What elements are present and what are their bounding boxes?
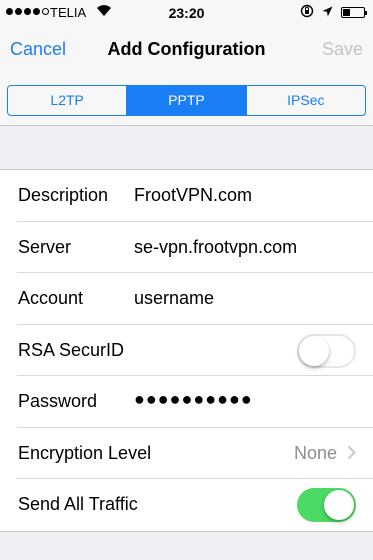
segment-ipsec[interactable]: IPSec — [245, 86, 365, 115]
description-field[interactable]: FrootVPN.com — [134, 185, 252, 206]
server-row[interactable]: Server se-vpn.frootvpn.com — [0, 222, 373, 274]
description-label: Description — [18, 185, 109, 205]
location-arrow-icon — [322, 5, 333, 20]
server-label: Server — [18, 236, 72, 257]
vpn-type-bar: L2TP PPTP IPSec — [0, 76, 373, 126]
page-title: Add Configuration — [107, 39, 266, 59]
segment-pptp[interactable]: PPTP — [126, 86, 246, 115]
server-field[interactable]: se-vpn.frootvpn.com — [134, 237, 297, 258]
send-all-traffic-label: Send All Traffic — [18, 494, 138, 514]
account-field[interactable]: username — [134, 288, 214, 309]
send-all-traffic-row: Send All Traffic — [0, 479, 373, 531]
vpn-settings-table: Description FrootVPN.com Server se-vpn.f… — [0, 169, 373, 532]
battery-icon — [341, 7, 367, 18]
password-field[interactable]: ●●●●●●●●●● — [134, 389, 253, 410]
encryption-level-value: None — [293, 442, 337, 463]
rsa-securid-row: RSA SecurID — [0, 325, 373, 377]
segment-l2tp[interactable]: L2TP — [8, 86, 126, 115]
save-button[interactable]: Save — [322, 39, 363, 60]
send-all-traffic-toggle[interactable] — [297, 488, 356, 522]
password-label: Password — [18, 391, 98, 411]
description-row[interactable]: Description FrootVPN.com — [0, 170, 373, 222]
account-label: Account — [18, 288, 84, 308]
chevron-right-icon — [347, 445, 356, 465]
encryption-level-label: Encryption Level — [18, 442, 152, 463]
rsa-securid-toggle[interactable] — [297, 333, 356, 368]
vpn-type-segmented-control: L2TP PPTP IPSec — [7, 85, 366, 116]
password-row[interactable]: Password ●●●●●●●●●● — [0, 376, 373, 428]
rotation-lock-icon — [300, 4, 314, 21]
account-row[interactable]: Account username — [0, 273, 373, 325]
status-bar: TELIA 23:20 — [0, 0, 373, 26]
encryption-level-row[interactable]: Encryption Level None — [0, 428, 373, 480]
rsa-securid-label: RSA SecurID — [18, 339, 125, 360]
navigation-bar: Cancel Add Configuration Save — [0, 26, 373, 76]
